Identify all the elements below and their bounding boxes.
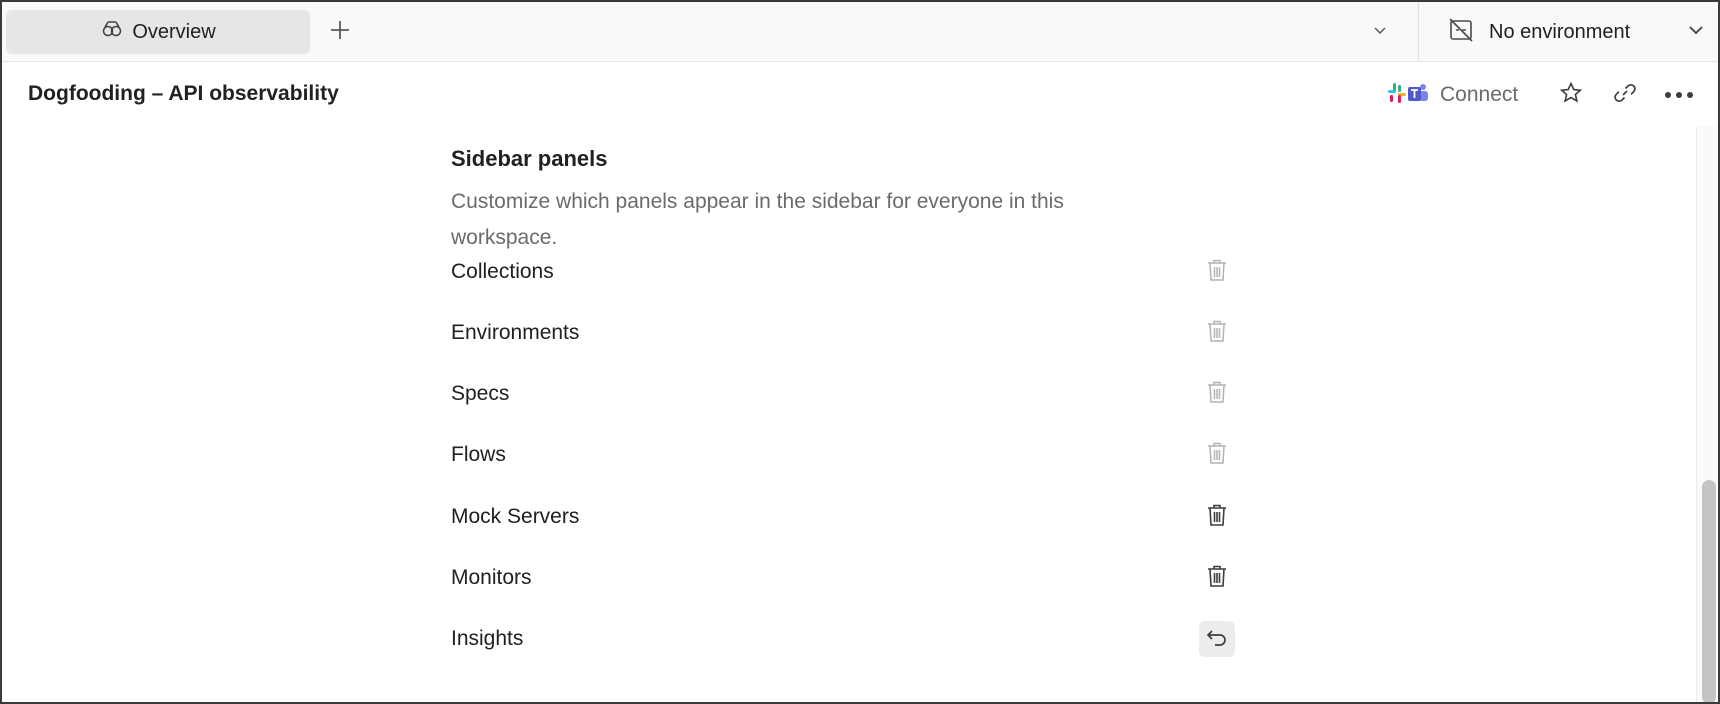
restore-panel-button[interactable]: [1199, 621, 1235, 657]
workspace-header: Dogfooding – API observability Connect: [2, 62, 1718, 126]
star-button[interactable]: [1556, 80, 1586, 110]
trash-icon: [1206, 564, 1228, 593]
delete-panel-button[interactable]: [1199, 315, 1235, 351]
undo-icon: [1206, 627, 1228, 652]
delete-panel-button[interactable]: [1199, 499, 1235, 535]
panel-label: Specs: [451, 382, 510, 405]
teams-icon: [1406, 81, 1430, 110]
slack-icon: [1386, 81, 1408, 110]
connect-label: Connect: [1440, 83, 1519, 106]
trash-icon: [1206, 503, 1228, 532]
more-options-button[interactable]: [1664, 80, 1694, 110]
trash-icon: [1206, 380, 1228, 409]
section-description: Customize which panels appear in the sid…: [451, 190, 1064, 249]
panel-row-mock-servers: Mock Servers: [451, 497, 1237, 537]
vertical-scrollbar[interactable]: [1696, 126, 1718, 702]
workspace-title: Dogfooding – API observability: [28, 82, 339, 105]
environment-selector[interactable]: No environment: [1419, 2, 1718, 62]
panel-label: Monitors: [451, 566, 532, 589]
delete-panel-button[interactable]: [1199, 437, 1235, 473]
copy-link-button[interactable]: [1610, 80, 1640, 110]
tabs-menu-button[interactable]: [1372, 18, 1388, 46]
panel-row-flows: Flows: [451, 435, 1237, 475]
panel-row-environments: Environments: [451, 313, 1237, 353]
panel-label: Mock Servers: [451, 505, 580, 528]
link-icon: [1612, 80, 1638, 111]
more-icon: [1664, 86, 1694, 104]
panel-row-collections: Collections: [451, 252, 1237, 292]
panel-label: Environments: [451, 321, 580, 344]
panel-label: Flows: [451, 443, 506, 466]
star-icon: [1559, 81, 1583, 110]
panel-label: Insights: [451, 627, 524, 650]
panel-label: Collections: [451, 260, 554, 283]
environment-label: No environment: [1489, 20, 1631, 43]
delete-panel-button[interactable]: [1199, 376, 1235, 412]
chevron-down-icon: [1686, 20, 1706, 45]
trash-icon: [1206, 319, 1228, 348]
connect-button[interactable]: Connect: [1386, 78, 1518, 112]
trash-icon: [1206, 258, 1228, 287]
panel-row-specs: Specs: [451, 374, 1237, 414]
panel-row-monitors: Monitors: [451, 558, 1237, 598]
delete-panel-button[interactable]: [1199, 254, 1235, 290]
plus-icon: [328, 18, 352, 47]
chevron-down-icon: [1372, 22, 1388, 43]
app-window: Overview No environment Dogfooding – API…: [0, 0, 1720, 704]
settings-content: Sidebar panels Customize which panels ap…: [2, 126, 1696, 702]
scrollbar-thumb[interactable]: [1702, 480, 1716, 702]
trash-icon: [1206, 441, 1228, 470]
tab-label: Overview: [132, 20, 216, 43]
workspace-overview-icon: [100, 17, 124, 47]
delete-panel-button[interactable]: [1199, 560, 1235, 596]
tab-overview[interactable]: Overview: [6, 10, 310, 54]
no-environment-icon: [1447, 16, 1475, 49]
new-tab-button[interactable]: [324, 16, 356, 48]
tab-bar: Overview No environment: [2, 2, 1718, 62]
panel-row-insights: Insights: [451, 619, 1237, 659]
section-title: Sidebar panels: [451, 146, 608, 171]
